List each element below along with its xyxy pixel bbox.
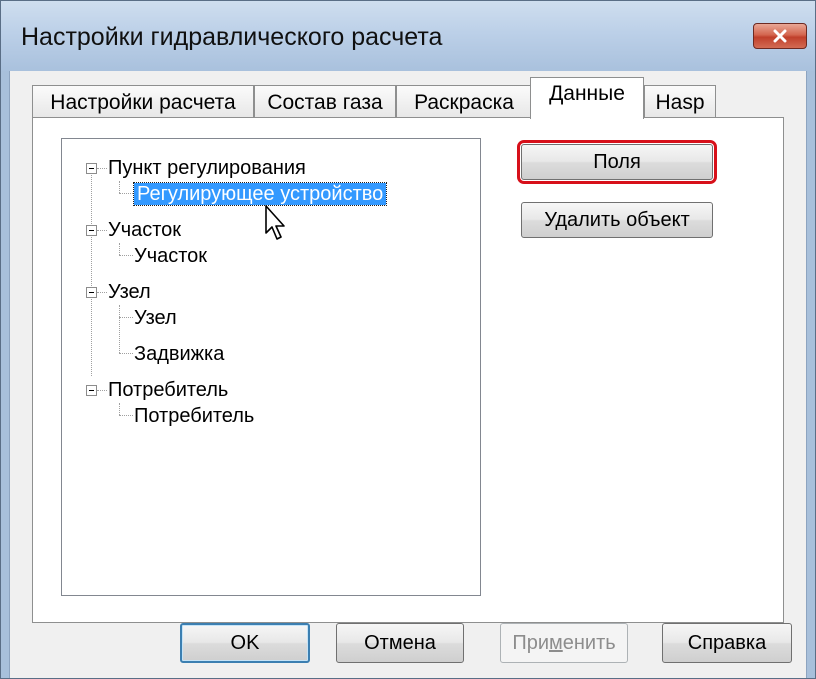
fields-button[interactable]: Поля (517, 140, 717, 184)
dialog-window: Настройки гидравлического расчета Настро… (0, 0, 816, 679)
tab-calc-settings[interactable]: Настройки расчета (32, 85, 254, 119)
tree-node-consumer-child[interactable]: Потребитель (134, 401, 254, 431)
tree-node-junction-child[interactable]: Узел (134, 303, 177, 333)
tab-data[interactable]: Данные (530, 77, 644, 119)
ok-button[interactable]: OK (180, 623, 310, 663)
delete-object-button[interactable]: Удалить объект (521, 202, 713, 238)
tree-node-label: Участок (108, 219, 182, 241)
tree-branch-line (119, 317, 133, 318)
tree-node-label: Потребитель (134, 405, 255, 427)
tree-node-label: Участок (134, 245, 208, 267)
apply-button[interactable]: При м енить (500, 623, 628, 663)
mouse-pointer-icon (265, 205, 291, 248)
tree-branch-line (97, 292, 107, 293)
tree-node-label: Узел (108, 281, 151, 303)
close-button[interactable] (753, 23, 807, 49)
tree-branch-line (119, 305, 120, 353)
tree-branch-line (97, 390, 107, 391)
tree-node-section-child[interactable]: Участок (134, 241, 207, 271)
apply-label-start: При (512, 631, 549, 654)
tab-hasp[interactable]: Hasp (644, 85, 716, 119)
close-icon (772, 29, 788, 43)
tree-branch-line (97, 230, 107, 231)
cancel-button[interactable]: Отмена (336, 623, 464, 663)
collapse-toggle-icon[interactable] (86, 385, 97, 396)
collapse-toggle-icon[interactable] (86, 287, 97, 298)
tree-branch-line (119, 353, 133, 354)
tree-branch-line (119, 415, 133, 416)
apply-label-accelerator: м (549, 631, 563, 654)
tree-node-label: Регулирующее устройство (132, 182, 388, 206)
window-title: Настройки гидравлического расчета (21, 23, 443, 51)
dialog-client: Настройки расчета Состав газа Раскраска … (9, 71, 807, 678)
apply-label-end: енить (562, 631, 616, 654)
tree-node-label: Задвижка (134, 343, 225, 365)
tab-coloring[interactable]: Раскраска (396, 85, 532, 119)
tree-branch-line (97, 168, 107, 169)
tree-node-label: Пункт регулирования (108, 157, 306, 179)
tree-branch-line (119, 255, 133, 256)
tree-node-label: Узел (134, 307, 177, 329)
tree-node-regulating-device[interactable]: Регулирующее устройство (132, 179, 388, 209)
tree-node-valve[interactable]: Задвижка (134, 339, 224, 369)
collapse-toggle-icon[interactable] (86, 225, 97, 236)
tree-branch-line (119, 193, 133, 194)
tab-panel-data: Пункт регулирования Регулирующее устройс… (32, 117, 784, 623)
tab-gas-composition[interactable]: Состав газа (254, 85, 396, 119)
collapse-toggle-icon[interactable] (86, 163, 97, 174)
tree-node-label: Потребитель (108, 379, 229, 401)
title-bar[interactable]: Настройки гидравлического расчета (1, 1, 815, 71)
help-button[interactable]: Справка (662, 623, 792, 663)
tree-root-line (91, 168, 92, 376)
